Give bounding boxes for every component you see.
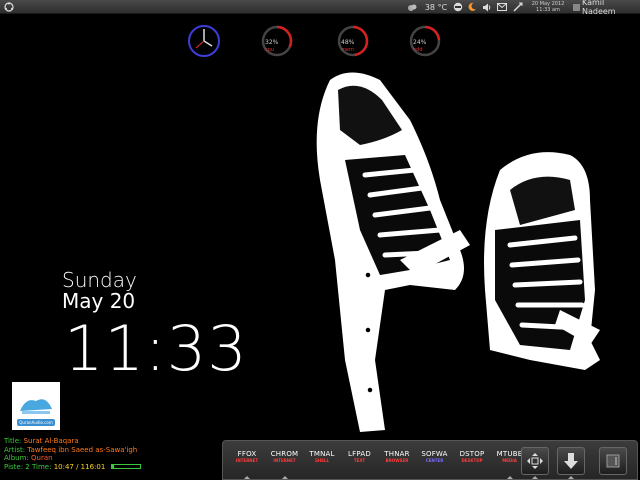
album-cover-icon: [20, 399, 52, 414]
cpu-ring: 32% cpu: [260, 24, 294, 58]
track-progress-fill: [111, 465, 115, 468]
launcher-category: INTERNET: [235, 458, 259, 463]
network-icon[interactable]: [512, 0, 524, 14]
analog-clock-icon: [187, 24, 221, 58]
launcher-category: TEXT: [353, 458, 366, 463]
running-indicator: [244, 476, 250, 479]
launcher-name: CHROM: [270, 450, 299, 458]
move-button[interactable]: [521, 447, 549, 475]
volume-icon[interactable]: [481, 0, 493, 14]
track-artist: Tawfeeq ibn Saeed as-Sawa'igh: [27, 445, 138, 454]
track-time-row: Piste: 2 Time: 10:47 / 116:01: [4, 463, 141, 472]
launcher-chrom[interactable]: CHROM INTERNET: [267, 450, 303, 479]
launcher-sofwa[interactable]: SOFWA CENTER: [417, 450, 453, 463]
launcher-name: TMNAL: [309, 450, 335, 458]
mem-ring: 48% mem: [336, 24, 370, 58]
album-key: Album:: [4, 454, 29, 462]
mem-value: 48%: [341, 39, 355, 46]
track-progress-bar[interactable]: [110, 464, 141, 469]
launcher-name: DSTOP: [459, 450, 485, 458]
power-icon[interactable]: [570, 0, 582, 14]
album-art: QuranAudio.com: [12, 382, 60, 430]
artist-key: Artist:: [4, 445, 26, 454]
dock: FFOX INTERNET CHROM INTERNET TMNAL SHELL LFPAD…: [222, 440, 638, 480]
sneakers-wallpaper: [316, 72, 600, 432]
album-art-tag: QuranAudio.com: [17, 419, 55, 426]
title-key: Title:: [4, 437, 22, 445]
download-button-indicator: [568, 476, 574, 479]
launcher-name: FFOX: [237, 450, 257, 458]
temperature-indicator[interactable]: 38 °C: [418, 0, 454, 14]
track-time: 10:47 / 116:01: [53, 462, 106, 471]
running-indicator: [281, 476, 288, 479]
download-icon: [564, 453, 578, 469]
launcher-category: SHELL: [314, 458, 330, 463]
move-button-indicator: [532, 476, 538, 479]
launcher-tmnal[interactable]: TMNAL SHELL: [304, 450, 340, 463]
track-album: Quran: [31, 454, 53, 462]
cpu-label: cpu: [265, 47, 275, 53]
mail-icon[interactable]: [496, 0, 508, 14]
piste-key: Piste: 2 Time:: [4, 462, 52, 471]
user-menu[interactable]: Kamil Nadeem: [582, 0, 640, 16]
hdd-ring: 24% hdd: [408, 24, 442, 58]
launcher-category: BROWSER: [385, 458, 409, 463]
launcher-name: SOFWA: [421, 450, 448, 458]
launcher-name: THNAR: [384, 450, 410, 458]
running-indicator: [506, 476, 513, 479]
sync-icon[interactable]: [452, 0, 464, 14]
cpu-value: 32%: [265, 39, 279, 46]
moon-icon[interactable]: [466, 0, 478, 14]
show-desktop-button[interactable]: [599, 447, 627, 475]
track-album-row: Album: Quran: [4, 454, 141, 463]
now-playing: Title: Surat Al-Baqara Artist: Tawfeeq i…: [4, 437, 141, 471]
launcher-dstop[interactable]: DSTOP DESKTOP: [454, 450, 490, 463]
launcher-category: DESKTOP: [461, 458, 483, 463]
hdd-label: hdd: [413, 47, 423, 53]
launcher-category: INTERNET: [273, 458, 296, 463]
move-icon: [527, 453, 543, 469]
launcher-name: LFPAD: [348, 450, 371, 458]
launcher-category: CENTER: [425, 458, 444, 463]
track-title: Surat Al-Baqara: [23, 437, 79, 445]
datetime-indicator[interactable]: 20 May 2012 11:33 am: [528, 0, 568, 14]
launcher-lfpad[interactable]: LFPAD TEXT: [342, 450, 378, 463]
mem-label: mem: [341, 47, 354, 53]
panel-time: 11:33 am: [536, 7, 560, 13]
hdd-value: 24%: [413, 39, 427, 46]
track-artist-row: Artist: Tawfeeq ibn Saeed as-Sawa'igh: [4, 446, 141, 455]
launcher-ffox[interactable]: FFOX INTERNET: [229, 450, 265, 479]
weather-icon[interactable]: [406, 0, 418, 14]
show-desktop-icon: [606, 454, 620, 468]
digital-clock: 11:33: [64, 312, 248, 385]
launcher-thnar[interactable]: THNAR BROWSER: [379, 450, 415, 463]
date-label: May 20: [62, 289, 136, 313]
top-panel: 38 °C 20 May 2012 11:33 am Kamil Nadeem: [0, 0, 640, 16]
track-title-row: Title: Surat Al-Baqara: [4, 437, 141, 446]
download-button[interactable]: [557, 447, 585, 475]
ubuntu-logo-icon[interactable]: [2, 0, 16, 14]
